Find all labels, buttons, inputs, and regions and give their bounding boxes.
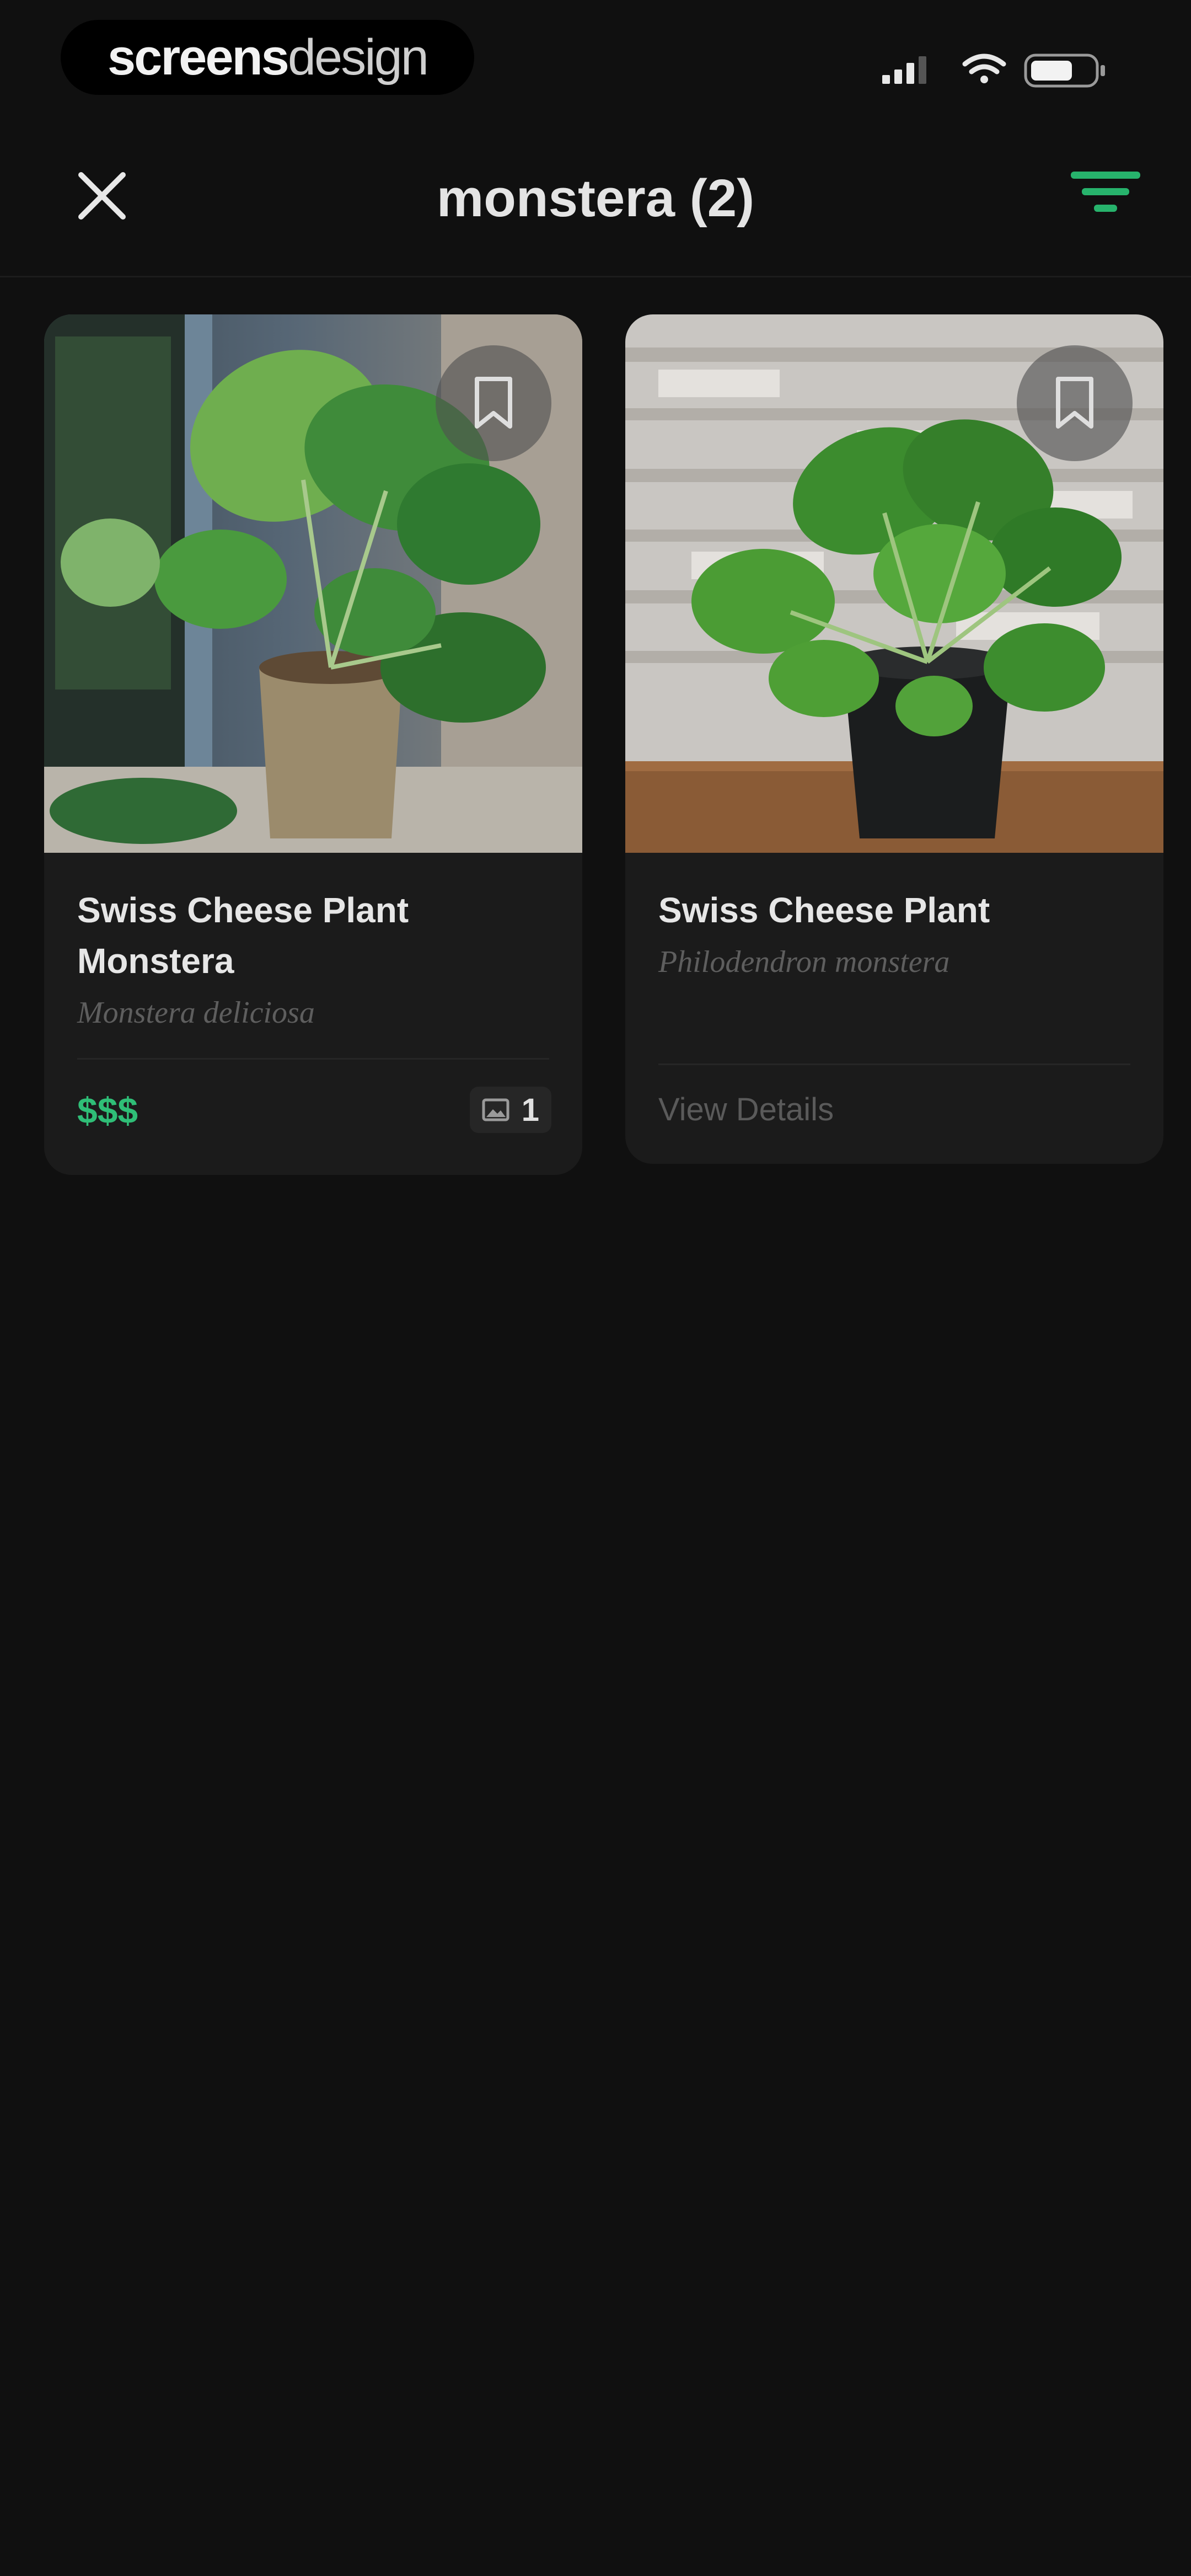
brand-logo-light: design [287, 29, 429, 85]
plant-photo [44, 314, 582, 853]
status-bar: screens design [0, 0, 1191, 127]
plant-name: Swiss Cheese Plant [658, 890, 990, 930]
card-divider [77, 1058, 549, 1060]
plant-photo [625, 314, 1163, 853]
photo-count: 1 [521, 1092, 539, 1128]
battery-icon [1024, 54, 1105, 88]
close-button[interactable] [66, 160, 138, 232]
search-header: monstera (2) [0, 127, 1191, 277]
wifi-icon [962, 54, 1006, 83]
card-info: Swiss Cheese Plant Philodendron monstera [625, 853, 1163, 988]
plant-card[interactable]: Swiss Cheese Plant Monstera Monstera del… [44, 314, 582, 1175]
price-level: $$$ [77, 1090, 138, 1131]
bookmark-button[interactable] [436, 345, 551, 461]
filter-button[interactable] [1064, 157, 1147, 234]
status-icons [882, 50, 1114, 88]
plant-card[interactable]: Swiss Cheese Plant Philodendron monstera… [625, 314, 1163, 1164]
plant-scientific-name: Philodendron monstera [658, 945, 950, 979]
card-info: Swiss Cheese Plant Monstera Monstera del… [44, 853, 582, 1039]
photo-count-badge: 1 [469, 1087, 551, 1133]
bookmark-button[interactable] [1017, 345, 1133, 461]
signal-icon [882, 56, 926, 84]
bookmark-icon [475, 377, 512, 429]
plant-scientific-name: Monstera deliciosa [77, 996, 315, 1030]
card-divider [658, 1063, 1130, 1065]
plant-name: Swiss Cheese Plant Monstera [77, 890, 409, 981]
close-icon [78, 172, 126, 220]
bookmark-icon [1056, 377, 1093, 429]
view-details-link[interactable]: View Details [658, 1091, 834, 1128]
brand-logo: screens design [61, 20, 474, 95]
page-title: monstera (2) [436, 169, 755, 228]
image-icon [482, 1098, 509, 1121]
brand-logo-bold: screens [108, 29, 289, 85]
filter-icon [1071, 172, 1140, 212]
